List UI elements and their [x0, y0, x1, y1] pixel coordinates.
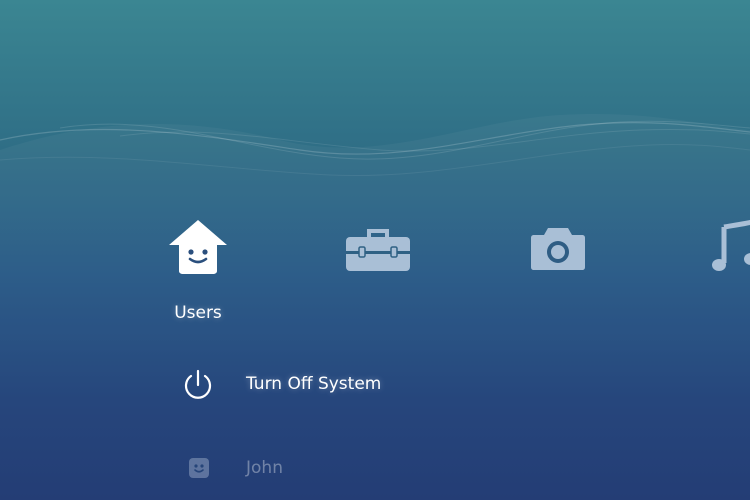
camera-icon — [531, 228, 585, 270]
menu-item-turn-off-system[interactable]: Turn Off System — [170, 360, 400, 410]
user-home-icon — [169, 220, 227, 274]
category-music[interactable] — [690, 205, 750, 305]
menu-item-label: Turn Off System — [246, 374, 382, 394]
category-label: Users — [174, 303, 222, 323]
menu-item-label: John — [246, 458, 283, 478]
category-users[interactable] — [148, 205, 248, 305]
music-note-icon — [712, 219, 750, 271]
user-face-icon — [189, 458, 209, 478]
toolbox-icon — [346, 229, 410, 271]
category-tools[interactable] — [328, 205, 428, 305]
category-photo[interactable] — [508, 205, 608, 305]
menu-item-user-john[interactable]: John — [170, 448, 370, 488]
power-icon — [184, 369, 212, 399]
